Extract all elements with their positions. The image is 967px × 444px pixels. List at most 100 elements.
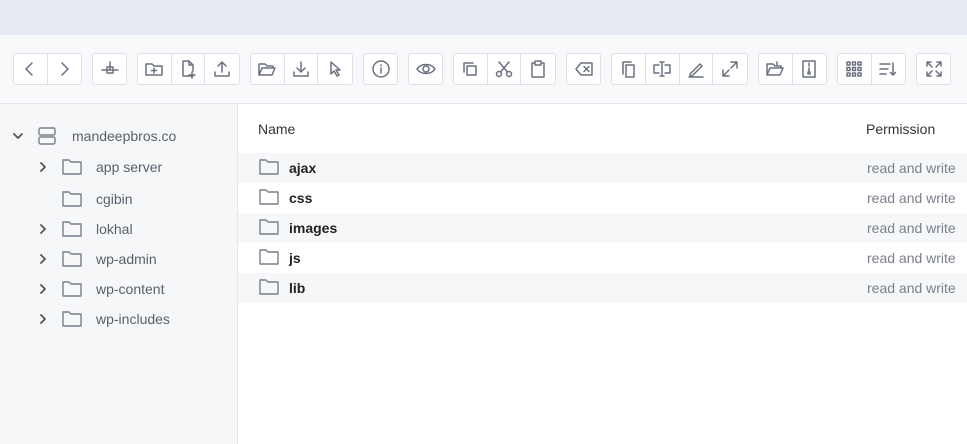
chevron-right-icon[interactable] <box>37 223 49 235</box>
delete-icon <box>574 62 593 76</box>
upload-icon <box>214 61 230 77</box>
file-list: Name Permission ajax read and write css … <box>238 104 967 444</box>
tree-item-cgibin[interactable]: cgibin <box>0 184 237 214</box>
open-folder-icon <box>258 63 277 76</box>
chevron-right-icon[interactable] <box>37 313 49 325</box>
clipboard-icon <box>531 60 545 78</box>
rename-button[interactable] <box>646 54 680 84</box>
cut-button[interactable] <box>488 54 522 84</box>
folder-icon <box>259 248 279 269</box>
new-folder-button[interactable] <box>138 54 172 84</box>
sort-icon <box>879 62 897 76</box>
download-button[interactable] <box>285 54 319 84</box>
delete-group <box>566 53 601 85</box>
server-icon <box>37 126 57 149</box>
nav-group <box>13 53 82 85</box>
table-row[interactable]: ajax read and write <box>238 153 967 183</box>
file-list-header: Name Permission <box>238 104 967 154</box>
extract-button[interactable] <box>759 54 793 84</box>
chevron-right-icon[interactable] <box>37 161 49 173</box>
folder-icon <box>62 310 82 331</box>
scissors-icon <box>495 61 513 78</box>
copy-icon <box>463 62 478 76</box>
new-folder-icon <box>145 63 164 76</box>
column-header-name[interactable]: Name <box>258 121 295 137</box>
tree-root[interactable]: mandeepbros.co <box>0 121 237 151</box>
tree-root-label: mandeepbros.co <box>72 128 177 144</box>
chevron-right-icon[interactable] <box>37 253 49 265</box>
row-name: css <box>289 190 313 206</box>
new-file-button[interactable] <box>172 54 206 84</box>
new-file-icon <box>182 60 196 79</box>
tree-item-label: wp-content <box>96 281 165 297</box>
network-icon <box>100 61 119 74</box>
archive-icon <box>802 60 816 78</box>
resize-button[interactable] <box>713 54 747 84</box>
duplicate-button[interactable] <box>612 54 646 84</box>
info-icon <box>371 60 390 78</box>
archive-group <box>758 53 827 85</box>
chevron-right-icon[interactable] <box>37 283 49 295</box>
row-name: js <box>289 250 301 266</box>
table-row[interactable]: css read and write <box>238 183 967 213</box>
clipboard-group <box>453 53 556 85</box>
create-group <box>137 53 240 85</box>
table-row[interactable]: lib read and write <box>238 273 967 303</box>
chevron-down-icon[interactable] <box>12 130 24 142</box>
row-permission: read and write <box>867 190 956 206</box>
row-name: images <box>289 220 338 236</box>
duplicate-icon <box>622 61 636 78</box>
copy-button[interactable] <box>454 54 488 84</box>
paste-button[interactable] <box>521 54 555 84</box>
folder-icon <box>259 218 279 239</box>
tree-item-label: cgibin <box>96 191 133 207</box>
table-row[interactable]: js read and write <box>238 243 967 273</box>
sort-button[interactable] <box>872 54 906 84</box>
back-button[interactable] <box>14 54 48 84</box>
folder-tree: mandeepbros.co app server cgibin lokhal … <box>0 104 238 444</box>
open-button[interactable] <box>251 54 285 84</box>
folder-icon <box>62 190 82 211</box>
select-button[interactable] <box>318 54 352 84</box>
column-header-permission[interactable]: Permission <box>866 121 935 137</box>
row-permission: read and write <box>867 250 956 266</box>
edit-button[interactable] <box>680 54 714 84</box>
upload-button[interactable] <box>205 54 239 84</box>
tree-item-app-server[interactable]: app server <box>0 152 237 182</box>
select-pointer-icon <box>330 61 341 77</box>
fullscreen-button[interactable] <box>917 54 950 84</box>
grid-view-button[interactable] <box>838 54 872 84</box>
toolbar <box>0 35 967 104</box>
folder-icon <box>62 250 82 271</box>
resize-icon <box>722 61 738 77</box>
folder-icon <box>62 220 82 241</box>
tree-item-wp-includes[interactable]: wp-includes <box>0 304 237 334</box>
view-group <box>837 53 906 85</box>
forward-button[interactable] <box>48 54 82 84</box>
open-group <box>250 53 353 85</box>
top-bar <box>0 0 967 35</box>
tree-item-wp-content[interactable]: wp-content <box>0 274 237 304</box>
row-permission: read and write <box>867 220 956 236</box>
extract-icon <box>766 61 784 76</box>
chevron-right-icon <box>61 62 69 76</box>
fullscreen-icon <box>925 61 942 77</box>
tree-item-label: app server <box>96 159 163 175</box>
info-button[interactable] <box>364 54 397 84</box>
info-group <box>363 53 398 85</box>
tree-item-label: wp-admin <box>96 251 157 267</box>
tree-item-label: wp-includes <box>96 311 170 327</box>
edit-group <box>611 53 748 85</box>
table-row[interactable]: images read and write <box>238 213 967 243</box>
fullscreen-group <box>916 53 951 85</box>
tree-item-label: lokhal <box>96 221 133 237</box>
network-button[interactable] <box>93 54 126 84</box>
network-group <box>92 53 127 85</box>
archive-button[interactable] <box>793 54 827 84</box>
tree-item-lokhal[interactable]: lokhal <box>0 214 237 244</box>
preview-button[interactable] <box>409 54 442 84</box>
tree-item-wp-admin[interactable]: wp-admin <box>0 244 237 274</box>
row-permission: read and write <box>867 280 956 296</box>
delete-button[interactable] <box>567 54 600 84</box>
download-icon <box>293 61 309 77</box>
